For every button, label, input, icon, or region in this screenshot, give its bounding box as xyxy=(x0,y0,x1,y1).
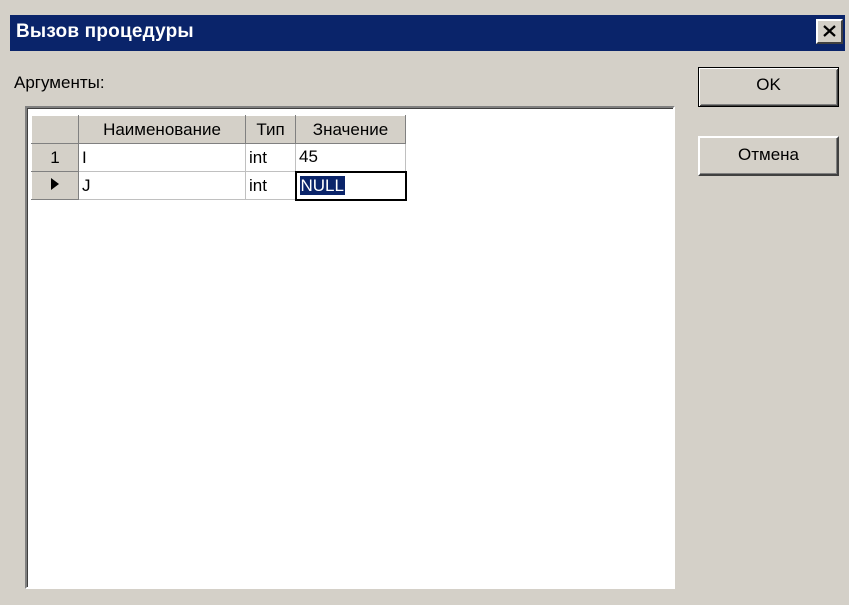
cell-name[interactable]: I xyxy=(78,143,246,172)
cell-value[interactable]: 45 xyxy=(295,143,406,172)
column-header-type[interactable]: Тип xyxy=(245,115,296,144)
arguments-table: Наименование Тип Значение 1 I int 45 J i… xyxy=(31,115,407,201)
grid-corner-cell[interactable] xyxy=(31,115,79,144)
triangle-right-icon xyxy=(50,176,60,195)
table-row: J int NULL xyxy=(31,170,407,201)
arguments-grid[interactable]: Наименование Тип Значение 1 I int 45 J i… xyxy=(25,106,675,589)
procedure-call-dialog: Вызов процедуры Аргументы: Наименование … xyxy=(0,0,849,605)
cell-type[interactable]: int xyxy=(245,171,296,200)
cell-type[interactable]: int xyxy=(245,143,296,172)
arguments-label: Аргументы: xyxy=(14,73,105,92)
grid-header-row: Наименование Тип Значение xyxy=(31,115,406,144)
window-title: Вызов процедуры xyxy=(16,21,194,42)
close-button[interactable] xyxy=(816,19,843,44)
column-header-value[interactable]: Значение xyxy=(295,115,406,144)
cancel-button[interactable]: Отмена xyxy=(698,136,839,176)
column-header-name[interactable]: Наименование xyxy=(78,115,246,144)
title-bar[interactable]: Вызов процедуры xyxy=(10,15,845,51)
table-row: 1 I int 45 xyxy=(31,143,406,172)
row-indicator-active[interactable] xyxy=(31,171,79,200)
row-indicator[interactable]: 1 xyxy=(31,143,79,172)
grid-inner-border: Наименование Тип Значение 1 I int 45 J i… xyxy=(27,108,673,587)
selected-value-text: NULL xyxy=(299,175,345,195)
ok-button[interactable]: OK xyxy=(698,67,839,107)
cell-value-editor[interactable]: NULL xyxy=(294,170,407,201)
cell-name[interactable]: J xyxy=(78,171,246,200)
